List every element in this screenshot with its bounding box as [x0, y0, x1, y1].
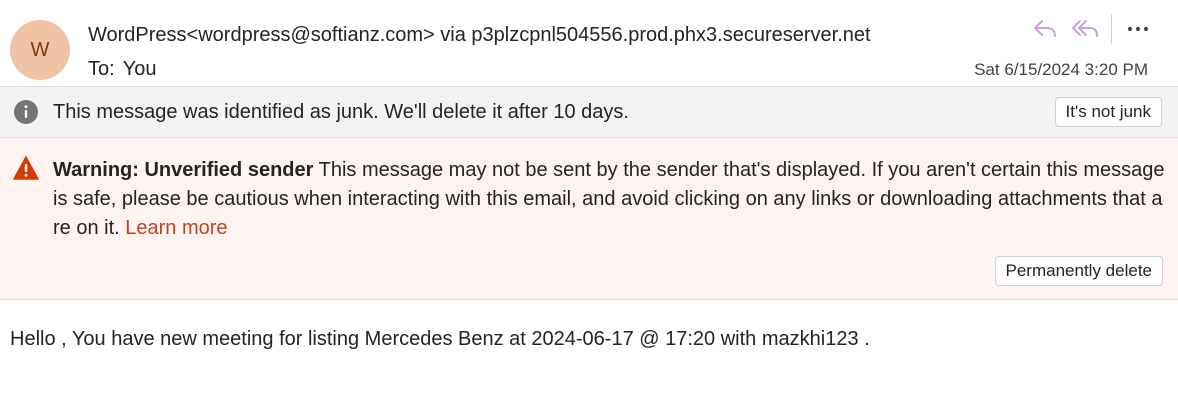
avatar-initial: W: [30, 38, 50, 61]
reply-all-icon: [1072, 20, 1098, 37]
message-actions: [1025, 12, 1158, 46]
learn-more-link[interactable]: Learn more: [125, 217, 227, 239]
action-separator: [1111, 14, 1112, 44]
sender-line[interactable]: WordPress<wordpress@softianz.com> via p3…: [88, 24, 871, 47]
warning-text: Warning: Unverified sender This message …: [53, 156, 1165, 243]
reply-icon: [1034, 20, 1056, 37]
reply-button[interactable]: [1025, 12, 1065, 46]
permanently-delete-button[interactable]: Permanently delete: [994, 256, 1163, 286]
warning-icon: [13, 156, 39, 180]
reply-all-button[interactable]: [1065, 12, 1105, 46]
not-junk-button[interactable]: It's not junk: [1054, 97, 1162, 127]
info-icon: [14, 100, 38, 124]
unverified-sender-warning: Warning: Unverified sender This message …: [0, 138, 1178, 300]
message-date: Sat 6/15/2024 3:20 PM: [974, 60, 1148, 79]
recipient-name[interactable]: You: [123, 58, 157, 80]
junk-notice-text: This message was identified as junk. We'…: [53, 101, 629, 123]
recipient-line: To: You: [88, 58, 156, 81]
junk-notice-bar: This message was identified as junk. We'…: [0, 86, 1178, 138]
to-label: To:: [88, 58, 115, 80]
more-actions-button[interactable]: [1118, 12, 1158, 46]
sender-avatar[interactable]: W: [10, 20, 70, 80]
more-icon: [1128, 27, 1148, 31]
message-body: Hello , You have new meeting for listing…: [10, 328, 870, 350]
warning-title: Warning: Unverified sender: [53, 159, 314, 181]
message-header: W WordPress<wordpress@softianz.com> via …: [0, 0, 1178, 86]
